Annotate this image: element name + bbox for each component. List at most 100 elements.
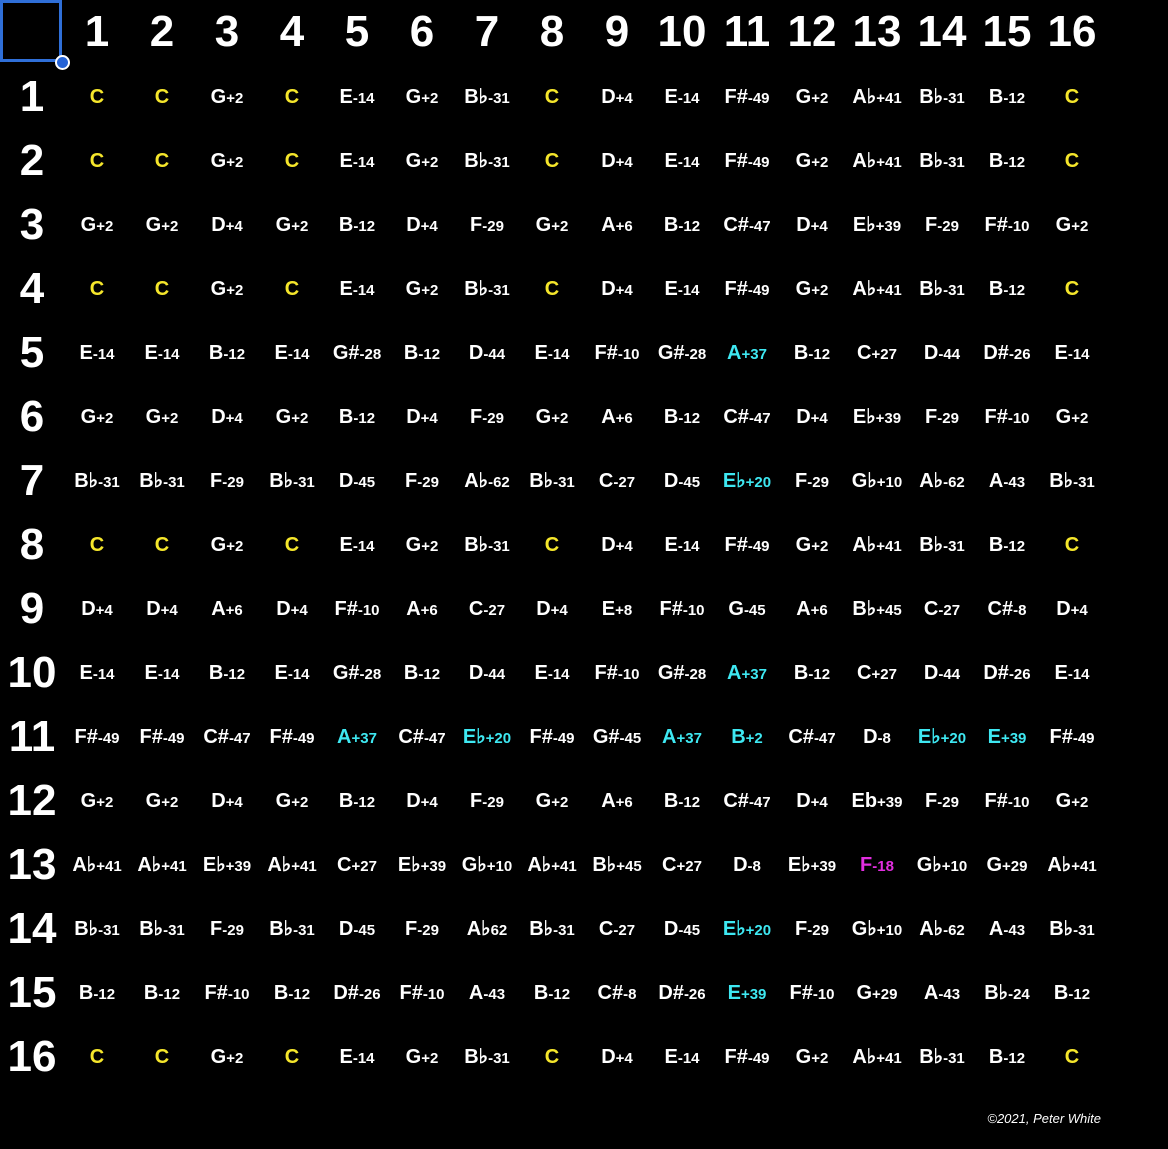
note-name: E: [1054, 342, 1068, 364]
note-name: G: [405, 1046, 422, 1068]
note-cell: B♭-31: [1040, 916, 1104, 944]
note-name: A: [796, 598, 811, 620]
note-name: D: [601, 278, 616, 300]
cents-offset: -45: [678, 922, 701, 939]
cents-offset: -31: [943, 1050, 965, 1067]
note-cell: C: [130, 276, 194, 302]
column-header-7: 7: [474, 7, 500, 56]
note-name: G: [795, 534, 812, 556]
note-name: F: [925, 406, 938, 428]
row-header-7: 7: [19, 456, 45, 505]
cents-offset: -29: [937, 410, 959, 427]
note-name: D: [468, 342, 484, 364]
note-name: F#: [659, 598, 683, 620]
selection-handle[interactable]: [55, 55, 70, 70]
note-name: D: [536, 598, 551, 620]
note-name: B: [988, 1046, 1004, 1068]
column-header-11: 11: [723, 7, 771, 56]
note-cell: G#-28: [650, 660, 714, 688]
note-name: G: [795, 86, 812, 108]
cents-offset: -14: [92, 666, 115, 683]
note-cell: F#-49: [520, 724, 584, 752]
note-name: C: [544, 534, 560, 556]
cents-offset: -28: [684, 666, 707, 683]
note-cell: B-12: [650, 404, 714, 432]
cents-offset: -10: [1007, 794, 1030, 811]
note-name: G: [795, 1046, 812, 1068]
note-name: B♭: [1049, 470, 1074, 492]
note-name: B♭: [269, 470, 294, 492]
note-name: F: [470, 214, 483, 236]
note-name: D: [211, 790, 226, 812]
note-name: C: [284, 534, 300, 556]
note-name: A: [988, 470, 1004, 492]
note-cell: G+2: [65, 404, 129, 432]
note-cell: D+4: [195, 404, 259, 432]
note-name: A♭: [466, 918, 491, 940]
note-name: E♭: [722, 918, 746, 940]
note-name: F: [405, 918, 418, 940]
cents-offset: -14: [352, 90, 375, 107]
note-cell: F-29: [195, 468, 259, 496]
note-cell: E+8: [585, 596, 649, 624]
note-cell: D-45: [325, 916, 389, 944]
note-cell: B♭-31: [520, 468, 584, 496]
cents-offset: -31: [1073, 474, 1095, 491]
cents-offset: +29: [872, 986, 898, 1003]
note-cell: D-44: [455, 660, 519, 688]
note-name: G#: [332, 342, 360, 364]
note-name: C: [89, 278, 105, 300]
note-cell: B♭-31: [455, 84, 519, 112]
note-name: A: [337, 726, 352, 748]
note-cell: F#-10: [585, 340, 649, 368]
cents-offset: -12: [418, 666, 441, 683]
cents-offset: +10: [486, 858, 513, 875]
note-cell: E-14: [65, 660, 129, 688]
row-header-13: 13: [7, 840, 57, 889]
cents-offset: +6: [420, 602, 438, 619]
note-name: E♭: [917, 726, 941, 748]
note-name: G: [80, 406, 97, 428]
note-name: B: [338, 214, 354, 236]
row-header-8: 8: [19, 520, 45, 569]
cents-offset: -14: [677, 538, 700, 555]
cents-offset: -49: [747, 90, 770, 107]
note-cell: D+4: [195, 788, 259, 816]
cents-offset: -24: [1008, 986, 1030, 1003]
note-name: C: [923, 598, 939, 620]
cents-offset: -43: [938, 986, 961, 1003]
note-cell: A-43: [910, 980, 974, 1008]
cents-offset: -14: [677, 154, 700, 171]
cents-offset: -8: [877, 730, 891, 747]
note-cell: F#-10: [195, 980, 259, 1008]
note-name: C#: [597, 982, 624, 1004]
note-cell: E♭+39: [780, 852, 844, 880]
cents-offset: +4: [225, 410, 243, 427]
cents-offset: -12: [288, 986, 311, 1003]
cents-offset: -10: [357, 602, 380, 619]
note-cell: C: [520, 532, 584, 558]
note-name: A: [601, 214, 616, 236]
cents-offset: -31: [293, 474, 315, 491]
note-cell: F-29: [910, 404, 974, 432]
note-name: C#: [203, 726, 229, 748]
note-cell: E-14: [1040, 660, 1104, 688]
note-cell: D+4: [585, 1044, 649, 1072]
cents-offset: -10: [682, 602, 705, 619]
note-name: B: [208, 342, 224, 364]
cents-offset: +8: [615, 602, 633, 619]
cents-offset: -29: [417, 922, 439, 939]
note-cell: G+2: [390, 1044, 454, 1072]
selected-corner-cell[interactable]: [0, 0, 62, 62]
row-header-16: 16: [7, 1032, 57, 1081]
note-name: D: [923, 662, 939, 684]
cents-offset: -10: [1007, 218, 1030, 235]
note-cell: A♭+41: [260, 852, 324, 880]
note-cell: B♭-24: [975, 980, 1039, 1008]
note-cell: G+2: [390, 84, 454, 112]
cents-offset: +27: [676, 858, 702, 875]
cents-offset: +41: [876, 1050, 902, 1067]
note-cell: G+2: [1040, 212, 1104, 240]
note-name: D: [211, 214, 226, 236]
cents-offset: -44: [938, 346, 961, 363]
